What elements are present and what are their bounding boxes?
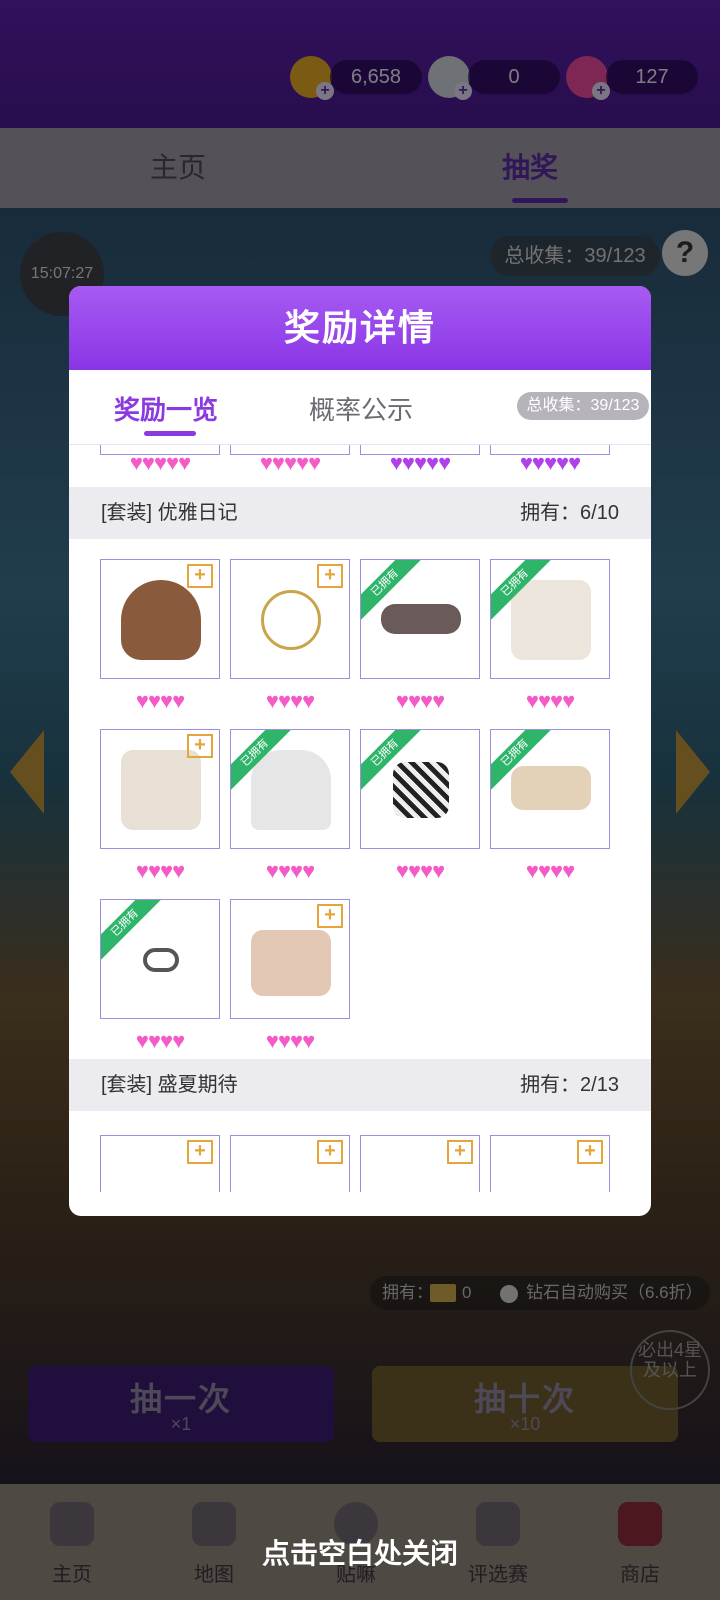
tab-probability[interactable]: 概率公示	[309, 390, 413, 427]
modal-title: 奖励详情	[69, 286, 651, 370]
vest-icon	[121, 750, 201, 830]
rarity-hearts: ♥♥♥♥♥	[259, 450, 321, 475]
add-wishlist-button[interactable]: +	[187, 1140, 213, 1164]
add-wishlist-button[interactable]: +	[317, 1140, 343, 1164]
set-header: [套装] 优雅日记 拥有：6/10	[69, 487, 651, 539]
set-header: [套装] 盛夏期待 拥有：2/13	[69, 1059, 651, 1111]
close-hint: 点击空白处关闭	[261, 1538, 458, 1569]
reward-details-modal: 奖励详情 奖励一览 概率公示 总收集：39/123 ♥♥♥♥♥ ♥♥♥♥♥ ♥♥…	[69, 286, 651, 1216]
reward-list-scroll[interactable]: ♥♥♥♥♥ ♥♥♥♥♥ ♥♥♥♥♥ ♥♥♥♥♥ [套装] 优雅日记 拥有：6/1…	[69, 444, 651, 1192]
ring-icon	[143, 948, 179, 972]
reward-item-necklace[interactable]: 已拥有	[230, 729, 350, 849]
rarity-hearts: ♥♥♥♥	[265, 688, 315, 713]
reward-item-handbag[interactable]: +	[230, 899, 350, 1019]
reward-item-top[interactable]: 已拥有	[490, 559, 610, 679]
necklace-icon	[251, 750, 331, 830]
set-name: [套装] 优雅日记	[101, 502, 238, 524]
rarity-hearts: ♥♥♥♥♥	[129, 450, 191, 475]
heels-icon	[511, 766, 591, 810]
houndstooth-bag-icon	[393, 762, 449, 818]
reward-item-hair[interactable]: +	[100, 559, 220, 679]
reward-item-earrings[interactable]: +	[230, 559, 350, 679]
tab-reward-list[interactable]: 奖励一览	[114, 390, 218, 427]
sunglasses-icon	[381, 604, 461, 634]
reward-item[interactable]: +	[490, 1135, 610, 1192]
set-name: [套装] 盛夏期待	[101, 1074, 238, 1096]
reward-item-ring[interactable]: 已拥有	[100, 899, 220, 1019]
add-wishlist-button[interactable]: +	[447, 1140, 473, 1164]
rarity-hearts: ♥♥♥♥♥	[519, 450, 581, 475]
reward-item-sunglasses[interactable]: 已拥有	[360, 559, 480, 679]
set-owned: 拥有：6/10	[520, 502, 619, 524]
rarity-hearts: ♥♥♥♥♥	[389, 450, 451, 475]
earrings-icon	[261, 590, 321, 650]
set-owned: 拥有：2/13	[520, 1074, 619, 1096]
add-wishlist-button[interactable]: +	[187, 564, 213, 588]
add-wishlist-button[interactable]: +	[317, 904, 343, 928]
hair-icon	[121, 580, 201, 660]
rarity-hearts: ♥♥♥♥	[135, 1028, 185, 1053]
rarity-hearts: ♥♥♥♥	[525, 688, 575, 713]
rarity-hearts: ♥♥♥♥	[525, 858, 575, 883]
modal-tab-indicator	[144, 431, 196, 436]
reward-item[interactable]: +	[230, 1135, 350, 1192]
rarity-hearts: ♥♥♥♥	[395, 858, 445, 883]
rarity-hearts: ♥♥♥♥	[135, 858, 185, 883]
handbag-icon	[251, 930, 331, 996]
add-wishlist-button[interactable]: +	[577, 1140, 603, 1164]
reward-item-shoes[interactable]: 已拥有	[490, 729, 610, 849]
rarity-hearts: ♥♥♥♥	[265, 858, 315, 883]
reward-item-bag[interactable]: 已拥有	[360, 729, 480, 849]
rarity-hearts: ♥♥♥♥	[395, 688, 445, 713]
reward-item-vest[interactable]: +	[100, 729, 220, 849]
rarity-hearts: ♥♥♥♥	[135, 688, 185, 713]
modal-total-collection: 总收集：39/123	[517, 392, 649, 420]
add-wishlist-button[interactable]: +	[187, 734, 213, 758]
top-icon	[511, 580, 591, 660]
add-wishlist-button[interactable]: +	[317, 564, 343, 588]
reward-item[interactable]: +	[360, 1135, 480, 1192]
reward-item[interactable]: +	[100, 1135, 220, 1192]
rarity-hearts: ♥♥♥♥	[265, 1028, 315, 1053]
